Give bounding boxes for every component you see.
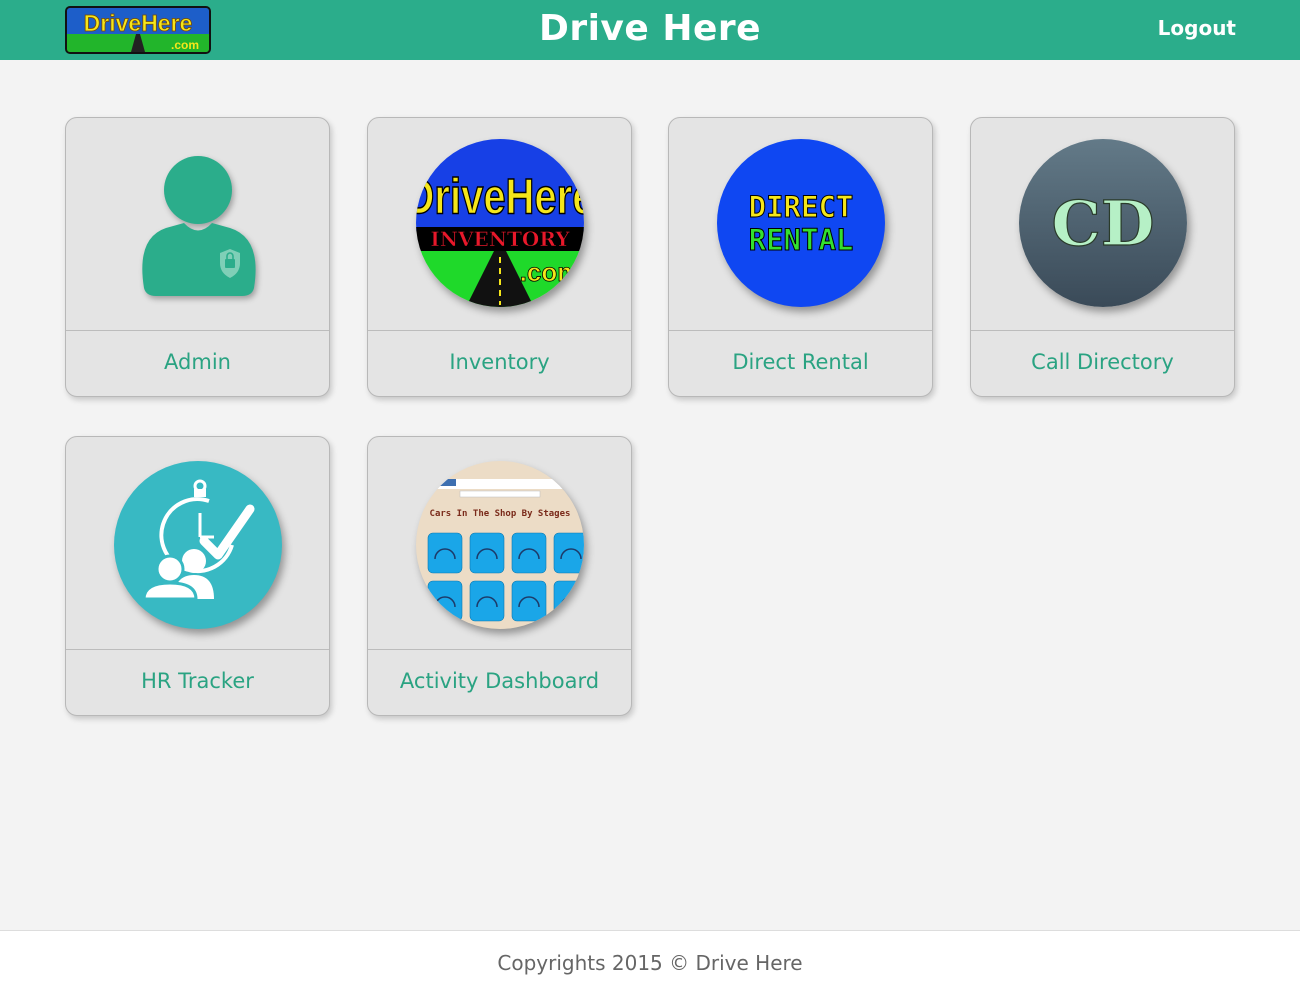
tile-call-directory[interactable]: CD Call Directory bbox=[970, 117, 1235, 397]
activity-dashboard-icon: Cars In The Shop By Stages bbox=[415, 461, 584, 629]
direct-rental-line1: DIRECT bbox=[748, 190, 853, 224]
logout-link[interactable]: Logout bbox=[1158, 16, 1236, 40]
tile-admin[interactable]: Admin bbox=[65, 117, 330, 397]
top-header: DriveHere .com Drive Here Logout bbox=[0, 0, 1300, 60]
tile-label: Admin bbox=[164, 350, 231, 374]
tile-hr-tracker[interactable]: HR Tracker bbox=[65, 436, 330, 716]
tile-label: Direct Rental bbox=[732, 350, 869, 374]
hr-tracker-icon bbox=[113, 461, 282, 629]
call-directory-icon: CD bbox=[1018, 139, 1187, 307]
inventory-logo-icon: DriveHere INVENTORY .com bbox=[415, 139, 584, 307]
logo-text: DriveHere bbox=[84, 10, 193, 36]
direct-rental-icon: DIRECT RENTAL bbox=[716, 139, 885, 307]
tile-label: Activity Dashboard bbox=[399, 669, 600, 693]
direct-rental-line2: RENTAL bbox=[748, 223, 853, 257]
call-directory-initials: CD bbox=[1051, 187, 1154, 260]
tile-activity-dashboard[interactable]: Cars In The Shop By Stages Activity Dash… bbox=[367, 436, 632, 716]
logo-sub-text: .com bbox=[171, 38, 199, 52]
activity-dashboard-caption: Cars In The Shop By Stages bbox=[429, 509, 570, 519]
tile-label: Inventory bbox=[449, 350, 550, 374]
tile-label: HR Tracker bbox=[141, 669, 254, 693]
tile-label: Call Directory bbox=[1031, 350, 1174, 374]
drivehere-logo[interactable]: DriveHere .com bbox=[65, 6, 211, 54]
tile-inventory[interactable]: DriveHere INVENTORY .com Inventory bbox=[367, 117, 632, 397]
tile-direct-rental[interactable]: DIRECT RENTAL Direct Rental bbox=[668, 117, 933, 397]
page-footer: Copyrights 2015 © Drive Here bbox=[0, 930, 1300, 1000]
copyright-text: Copyrights 2015 © Drive Here bbox=[497, 951, 803, 975]
inventory-logo-line3: .com bbox=[519, 257, 580, 287]
admin-user-icon bbox=[142, 156, 256, 296]
inventory-logo-line1: DriveHere bbox=[416, 168, 584, 224]
inventory-logo-line2: INVENTORY bbox=[430, 227, 570, 251]
